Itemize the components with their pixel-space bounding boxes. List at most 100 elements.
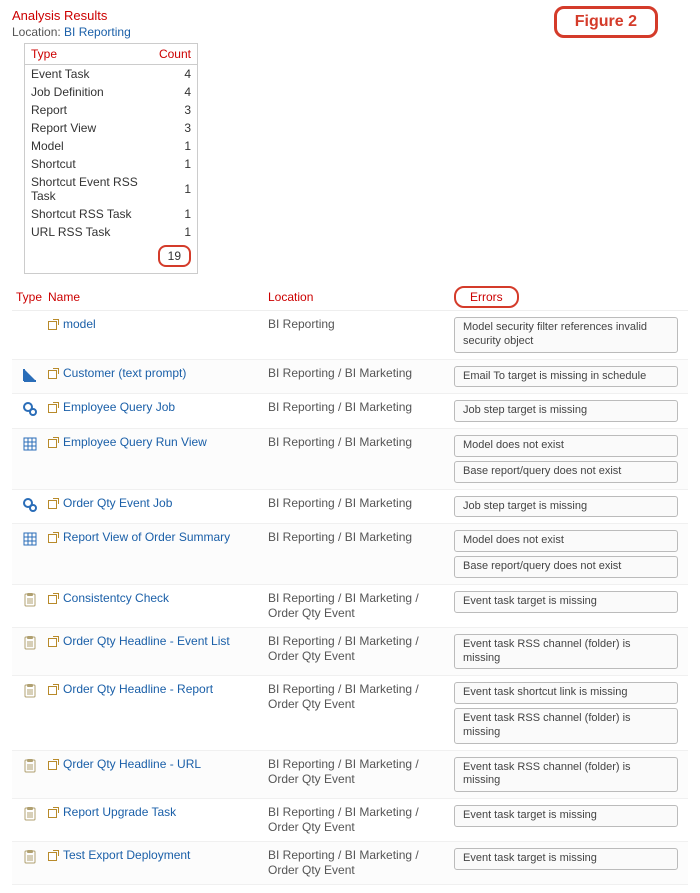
row-type-icon	[12, 366, 48, 383]
summary-row: Report View3	[25, 119, 197, 137]
row-name-link[interactable]: Report View of Order Summary	[63, 530, 230, 544]
summary-header-type: Type	[25, 44, 153, 65]
row-name-cell: Qrder Qty Headline - URL	[48, 757, 268, 771]
error-chip: Event task target is missing	[454, 848, 678, 870]
column-header-type: Type	[12, 290, 48, 304]
error-chip: Event task target is missing	[454, 591, 678, 613]
row-name-link[interactable]: Order Qty Event Job	[63, 496, 172, 510]
row-name-link[interactable]: Order Qty Headline - Report	[63, 682, 213, 696]
summary-row-count: 1	[153, 137, 197, 155]
table-row: Employee Query JobBI Reporting / BI Mark…	[12, 394, 688, 429]
clipboard-icon	[22, 683, 38, 699]
row-type-icon	[12, 805, 48, 822]
column-header-location: Location	[268, 290, 454, 304]
open-icon	[48, 532, 59, 543]
row-location: BI Reporting / BI Marketing / Order Qty …	[268, 848, 454, 878]
table-row: Consistentcy Check BI Reporting / BI Mark…	[12, 585, 688, 628]
table-row: Report View of Order Summary BI Reporting…	[12, 524, 688, 585]
grid-icon	[22, 531, 38, 547]
row-name-link[interactable]: Qrder Qty Headline - URL	[63, 757, 201, 771]
gears-icon	[22, 497, 38, 513]
row-location: BI Reporting / BI Marketing	[268, 435, 454, 450]
summary-row-type: Shortcut	[25, 155, 153, 173]
error-chip: Event task RSS channel (folder) is missi…	[454, 708, 678, 744]
summary-row: Report3	[25, 101, 197, 119]
summary-row: Event Task4	[25, 65, 197, 84]
row-errors: Model does not exist Base report/query do…	[454, 530, 688, 578]
row-name-link[interactable]: Test Export Deployment	[63, 848, 190, 862]
error-chip: Model security filter references invalid…	[454, 317, 678, 353]
summary-row-count: 3	[153, 119, 197, 137]
row-location: BI Reporting / BI Marketing	[268, 530, 454, 545]
location-label: Location:	[12, 25, 61, 39]
row-name-link[interactable]: Customer (text prompt)	[63, 366, 186, 380]
row-name-cell: Consistentcy Check	[48, 591, 268, 605]
figure-badge: Figure 2	[554, 6, 658, 38]
table-row: Employee Query Run View BI Reporting / BI…	[12, 429, 688, 490]
error-chip: Model does not exist	[454, 530, 678, 552]
summary-row-type: Report View	[25, 119, 153, 137]
table-row: Qrder Qty Headline - URL BI Reporting / B…	[12, 751, 688, 800]
open-icon	[48, 684, 59, 695]
row-errors: Email To target is missing in schedule	[454, 366, 688, 388]
clipboard-icon	[22, 806, 38, 822]
row-name-link[interactable]: model	[63, 317, 96, 331]
row-name-link[interactable]: Employee Query Job	[63, 400, 175, 414]
row-location: BI Reporting / BI Marketing / Order Qty …	[268, 591, 454, 621]
row-name-cell: Order Qty Headline - Report	[48, 682, 268, 696]
summary-row: Model1	[25, 137, 197, 155]
summary-row-type: URL RSS Task	[25, 223, 153, 241]
clipboard-icon	[22, 849, 38, 865]
row-location: BI Reporting / BI Marketing	[268, 366, 454, 381]
open-icon	[48, 636, 59, 647]
summary-table: Type Count Event Task4Job Definition4Rep…	[24, 43, 198, 274]
row-type-icon	[12, 435, 48, 452]
open-icon	[48, 498, 59, 509]
row-location: BI Reporting / BI Marketing / Order Qty …	[268, 757, 454, 787]
row-location: BI Reporting / BI Marketing / Order Qty …	[268, 805, 454, 835]
open-icon	[48, 593, 59, 604]
row-name-link[interactable]: Order Qty Headline - Event List	[63, 634, 230, 648]
summary-row-type: Model	[25, 137, 153, 155]
location-value: BI Reporting	[64, 25, 131, 39]
error-chip: Event task shortcut link is missing	[454, 682, 678, 704]
table-row: Order Qty Headline - Report BI Reporting …	[12, 676, 688, 750]
row-name-cell: Order Qty Event Job	[48, 496, 268, 510]
row-errors: Event task target is missing	[454, 805, 688, 827]
open-icon	[48, 807, 59, 818]
row-name-link[interactable]: Consistentcy Check	[63, 591, 169, 605]
summary-row: Shortcut Event RSS Task1	[25, 173, 197, 205]
summary-header-count: Count	[153, 44, 197, 65]
table-row: Test Export Deployment BI Reporting / BI …	[12, 842, 688, 885]
row-name-cell: Employee Query Job	[48, 400, 268, 414]
error-chip: Base report/query does not exist	[454, 556, 678, 578]
open-icon	[48, 437, 59, 448]
row-name-cell: Customer (text prompt)	[48, 366, 268, 380]
row-errors: Model security filter references invalid…	[454, 317, 688, 353]
column-header-errors: Errors	[454, 286, 688, 308]
row-name-link[interactable]: Report Upgrade Task	[63, 805, 176, 819]
summary-row: Shortcut RSS Task1	[25, 205, 197, 223]
summary-row-type: Report	[25, 101, 153, 119]
row-errors: Job step target is missing	[454, 496, 688, 518]
error-chip: Email To target is missing in schedule	[454, 366, 678, 388]
table-row: Report Upgrade Task BI Reporting / BI Mar…	[12, 799, 688, 842]
triangle-icon	[22, 367, 38, 383]
row-name-cell: Test Export Deployment	[48, 848, 268, 862]
open-icon	[48, 368, 59, 379]
summary-total: 19	[158, 245, 191, 267]
summary-row-count: 1	[153, 173, 197, 205]
error-chip: Job step target is missing	[454, 496, 678, 518]
column-header-name: Name	[48, 290, 268, 304]
row-errors: Event task RSS channel (folder) is missi…	[454, 757, 688, 793]
row-name-link[interactable]: Employee Query Run View	[63, 435, 207, 449]
error-chip: Event task RSS channel (folder) is missi…	[454, 757, 678, 793]
error-chip: Event task RSS channel (folder) is missi…	[454, 634, 678, 670]
errors-header-pill: Errors	[454, 286, 519, 308]
row-location: BI Reporting / BI Marketing / Order Qty …	[268, 682, 454, 712]
row-errors: Event task shortcut link is missing Event…	[454, 682, 688, 743]
summary-row: Shortcut1	[25, 155, 197, 173]
row-errors: Model does not existBase report/query do…	[454, 435, 688, 483]
table-row: modelBI ReportingModel security filter r…	[12, 311, 688, 360]
summary-row-count: 4	[153, 65, 197, 84]
